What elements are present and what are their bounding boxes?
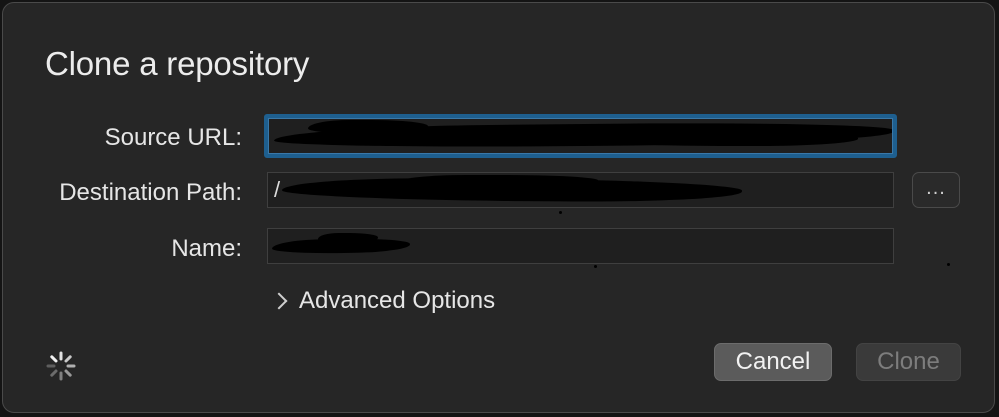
clone-button[interactable]: Clone <box>856 343 961 381</box>
advanced-options-label: Advanced Options <box>299 287 496 314</box>
stray-mark <box>594 265 597 268</box>
dialog-title: Clone a repository <box>45 45 310 82</box>
redaction-mark <box>318 233 378 243</box>
source-url-input[interactable] <box>264 114 897 158</box>
source-url-label: Source URL: <box>104 124 242 151</box>
clone-repository-dialog: Clone a repository Source URL: Destinati… <box>2 2 995 413</box>
redaction-mark <box>398 175 598 187</box>
redaction-mark <box>308 120 428 134</box>
advanced-options-toggle[interactable]: Advanced Options <box>270 286 496 316</box>
redaction-mark <box>598 132 858 146</box>
destination-path-label: Destination Path: <box>59 179 242 206</box>
chevron-right-icon <box>270 292 288 310</box>
stray-mark <box>559 211 562 214</box>
destination-path-input[interactable]: / <box>267 172 894 208</box>
name-input[interactable] <box>267 228 894 264</box>
cancel-button[interactable]: Cancel <box>714 343 832 381</box>
destination-path-value: / <box>274 177 281 202</box>
browse-destination-button[interactable]: ... <box>912 172 960 208</box>
stray-mark <box>947 263 950 266</box>
loading-spinner-icon <box>46 351 76 381</box>
name-label: Name: <box>171 235 242 262</box>
